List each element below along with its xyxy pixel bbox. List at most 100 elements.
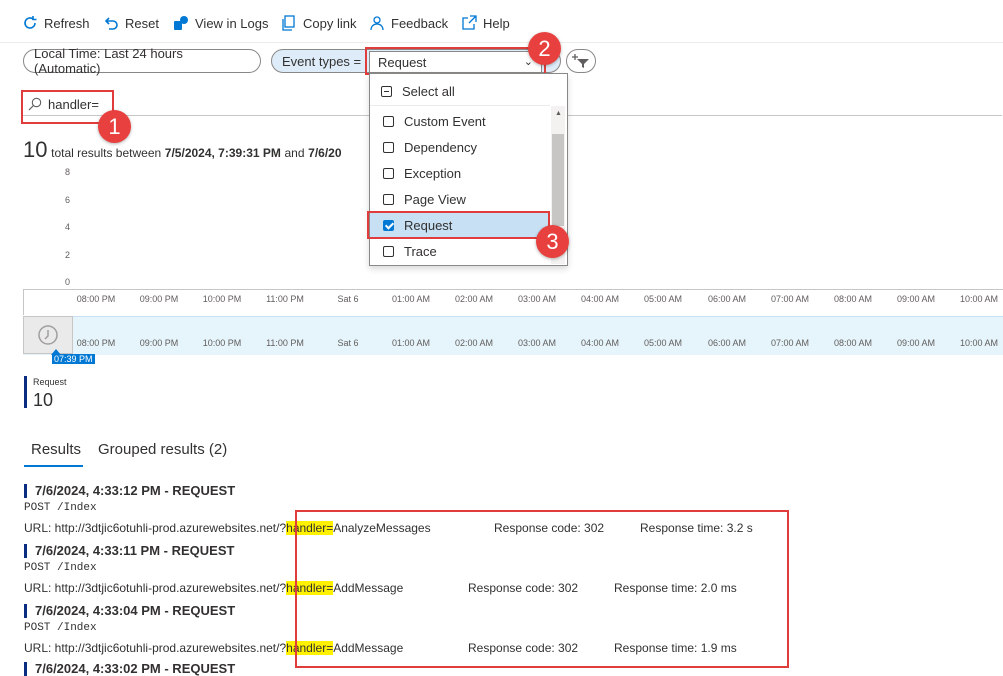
legend-color-bar bbox=[24, 376, 27, 408]
command-bar: Refresh Reset View in Logs Copy link Fee… bbox=[0, 0, 1003, 43]
brush-timeline[interactable] bbox=[23, 316, 1003, 355]
x-tick-label: 10:00 AM bbox=[959, 294, 999, 304]
url-prefix: URL: http://3dtjic6otuhli-prod.azurewebs… bbox=[24, 641, 287, 655]
brush-tick-label: 06:00 AM bbox=[707, 338, 747, 348]
x-tick-label: 01:00 AM bbox=[391, 294, 431, 304]
brush-tick-label: Sat 6 bbox=[337, 338, 359, 348]
tab-results-label: Results bbox=[31, 441, 82, 458]
summary-text: total results between bbox=[51, 146, 162, 160]
result-title[interactable]: 7/6/2024, 4:33:04 PM - REQUEST bbox=[24, 604, 235, 618]
copy-link-button[interactable]: Copy link bbox=[281, 13, 356, 33]
option-checkbox[interactable] bbox=[383, 115, 394, 127]
x-tick-label: 07:00 AM bbox=[770, 294, 810, 304]
copy-icon bbox=[282, 15, 295, 31]
refresh-icon bbox=[24, 16, 37, 29]
external-link-icon bbox=[462, 15, 477, 30]
option-label: Page View bbox=[404, 191, 466, 207]
x-tick-label: 08:00 PM bbox=[76, 294, 116, 304]
scroll-up-icon[interactable]: ▲ bbox=[555, 110, 562, 117]
brush-tick-label: 04:00 AM bbox=[580, 338, 620, 348]
option-checkbox[interactable] bbox=[383, 141, 394, 153]
y-tick-label: 8 bbox=[64, 167, 70, 177]
url-prefix: URL: http://3dtjic6otuhli-prod.azurewebs… bbox=[24, 521, 287, 535]
brush-tick-label: 03:00 AM bbox=[517, 338, 557, 348]
callout-1: 1 bbox=[98, 110, 131, 143]
option-label: Exception bbox=[404, 165, 462, 181]
brush-tick-label: 02:00 AM bbox=[454, 338, 494, 348]
x-tick-label: 10:00 PM bbox=[202, 294, 242, 304]
tab-grouped-label: Grouped results (2) bbox=[98, 441, 228, 458]
result-method: POST /Index bbox=[24, 622, 97, 634]
y-tick-label: 2 bbox=[64, 249, 70, 260]
view-in-logs-button[interactable]: View in Logs bbox=[173, 13, 268, 33]
tab-results-underline bbox=[24, 465, 83, 467]
option-checkbox[interactable] bbox=[383, 193, 394, 205]
feedback-icon bbox=[370, 16, 384, 31]
time-range-label: Local Time: Last 24 hours (Automatic) bbox=[34, 46, 183, 76]
callout-3: 3 bbox=[536, 225, 569, 258]
dropdown-option[interactable]: Page View bbox=[370, 187, 550, 211]
brush-handle[interactable] bbox=[23, 316, 73, 354]
dropdown-option[interactable]: Exception bbox=[370, 161, 550, 185]
legend-name: Request bbox=[33, 377, 67, 387]
time-range-filter[interactable]: Local Time: Last 24 hours (Automatic) bbox=[23, 46, 261, 76]
tab-grouped-results[interactable]: Grouped results (2) bbox=[98, 441, 227, 458]
result-title[interactable]: 7/6/2024, 4:33:12 PM - REQUEST bbox=[24, 484, 235, 498]
x-tick-label: 06:00 AM bbox=[707, 294, 747, 304]
refresh-label: Refresh bbox=[44, 15, 90, 31]
option-checkbox[interactable] bbox=[383, 167, 394, 179]
option-checkbox[interactable] bbox=[383, 245, 394, 257]
dropdown-option[interactable]: Custom Event bbox=[370, 109, 550, 133]
x-tick-label: 09:00 PM bbox=[139, 294, 179, 304]
y-tick-label: 0 bbox=[64, 277, 70, 287]
result-method: POST /Index bbox=[24, 562, 97, 574]
callout-2: 2 bbox=[528, 32, 561, 65]
tab-results[interactable]: Results bbox=[31, 441, 81, 458]
undo-icon bbox=[104, 17, 118, 30]
scroll-thumb[interactable] bbox=[552, 134, 564, 226]
add-filter-button[interactable] bbox=[566, 49, 596, 73]
copy-link-label: Copy link bbox=[303, 15, 357, 31]
option-label: Trace bbox=[404, 243, 437, 259]
results-count: 10 bbox=[23, 137, 48, 162]
y-tick-label: 6 bbox=[64, 194, 70, 205]
brush-tick-label: 07:00 AM bbox=[770, 338, 810, 348]
results-highlight bbox=[295, 510, 789, 668]
x-tick-label: 08:00 AM bbox=[833, 294, 873, 304]
dropdown-option[interactable]: Trace bbox=[370, 239, 550, 263]
select-all-checkbox[interactable] bbox=[381, 85, 392, 97]
brush-tick-label: 11:00 PM bbox=[266, 338, 304, 348]
request-option-highlight bbox=[367, 211, 550, 239]
logs-icon bbox=[174, 16, 188, 30]
feedback-label: Feedback bbox=[391, 15, 449, 31]
x-tick-label: 02:00 AM bbox=[454, 294, 494, 304]
select-all-option[interactable]: Select all bbox=[370, 79, 550, 103]
brush-tick-label: 09:00 PM bbox=[139, 338, 179, 348]
view-in-logs-label: View in Logs bbox=[195, 15, 269, 31]
result-method: POST /Index bbox=[24, 502, 97, 514]
brush-tick-label: 09:00 AM bbox=[896, 338, 936, 348]
summary-end: 7/6/20 bbox=[308, 146, 342, 160]
event-types-highlight bbox=[365, 47, 546, 75]
reset-button[interactable]: Reset bbox=[103, 13, 159, 33]
help-button[interactable]: Help bbox=[461, 13, 510, 33]
dropdown-option[interactable]: Dependency bbox=[370, 135, 550, 159]
refresh-button[interactable]: Refresh bbox=[22, 13, 90, 33]
brush-tick-label: 10:00 PM bbox=[202, 338, 242, 348]
reset-label: Reset bbox=[125, 15, 159, 31]
legend-value: 10 bbox=[33, 390, 54, 410]
dropdown-divider bbox=[370, 105, 550, 106]
brush-tick-label: 08:00 AM bbox=[833, 338, 873, 348]
feedback-button[interactable]: Feedback bbox=[369, 13, 448, 33]
x-tick-label: 03:00 AM bbox=[517, 294, 557, 304]
result-title[interactable]: 7/6/2024, 4:33:11 PM - REQUEST bbox=[24, 544, 234, 558]
brush-tick-label: 05:00 AM bbox=[643, 338, 683, 348]
help-label: Help bbox=[483, 15, 510, 31]
brush-tick-label: 10:00 AM bbox=[959, 338, 999, 348]
summary-start: 7/5/2024, 7:39:31 PM bbox=[164, 146, 281, 160]
option-label: Dependency bbox=[404, 139, 477, 155]
x-tick-label: Sat 6 bbox=[337, 294, 359, 304]
result-title[interactable]: 7/6/2024, 4:33:02 PM - REQUEST bbox=[24, 662, 235, 676]
x-tick-label: 09:00 AM bbox=[896, 294, 936, 304]
event-types-label: Event types = bbox=[282, 53, 362, 69]
